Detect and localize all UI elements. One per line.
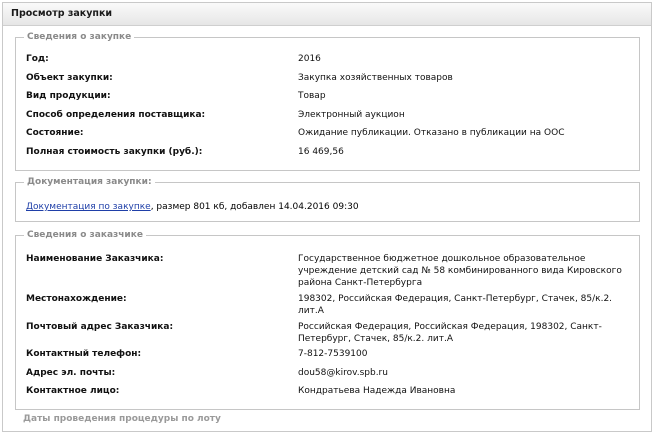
dates-section-legend: Даты проведения процедуры по лоту [23, 414, 221, 424]
phone-label: Контактный телефон: [26, 349, 142, 359]
customer-info-panel: Сведения о заказчике Наименование Заказч… [15, 229, 640, 410]
phone-value: 7-812-7539100 [298, 349, 368, 359]
location-label: Местонахождение: [26, 294, 127, 304]
year-value: 2016 [298, 54, 321, 64]
email-value: dou58@kirov.spb.ru [298, 368, 388, 378]
customer-info-legend: Сведения о заказчике [24, 229, 146, 241]
contact-person-label: Контактное лицо: [26, 386, 120, 396]
documentation-link[interactable]: Документация по закупке [26, 202, 151, 212]
product-type-label: Вид продукции: [26, 91, 111, 101]
total-cost-value: 16 469,56 [298, 147, 344, 157]
location-value: 198302, Российская Федерация, Санкт-Пете… [298, 294, 613, 316]
customer-name-value: Государственное бюджетное дошкольное обр… [298, 254, 622, 288]
method-label: Способ определения поставщика: [26, 110, 206, 120]
documentation-line: Документация по закупке, размер 801 кб, … [26, 201, 359, 213]
purchase-info-legend: Сведения о закупке [24, 31, 135, 43]
postal-address-value: Российская Федерация, Российская Федерац… [298, 322, 602, 344]
postal-address-label: Почтовый адрес Заказчика: [26, 322, 174, 332]
documentation-details: , размер 801 кб, добавлен 14.04.2016 09:… [150, 202, 359, 212]
product-type-value: Товар [298, 91, 326, 101]
documentation-legend: Документация закупки: [24, 176, 155, 188]
status-value: Ожидание публикации. Отказано в публикац… [298, 128, 565, 138]
contact-person-value: Кондратьева Надежда Ивановна [298, 386, 456, 396]
customer-name-label: Наименование Заказчика: [26, 254, 164, 264]
year-label: Год: [26, 54, 49, 64]
purchase-info-panel: Сведения о закупке Год: 2016 Объект заку… [15, 31, 640, 171]
purchase-view-window: Просмотр закупки Сведения о закупке Год:… [2, 2, 652, 432]
method-value: Электронный аукцион [298, 110, 405, 120]
object-value: Закупка хозяйственных товаров [298, 73, 453, 83]
object-label: Объект закупки: [26, 73, 113, 83]
documentation-panel: Документация закупки: Документация по за… [15, 176, 640, 222]
total-cost-label: Полная стоимость закупки (руб.): [26, 147, 203, 157]
status-label: Состояние: [26, 128, 84, 138]
email-label: Адрес эл. почты: [26, 368, 116, 378]
window-title: Просмотр закупки [3, 3, 651, 26]
